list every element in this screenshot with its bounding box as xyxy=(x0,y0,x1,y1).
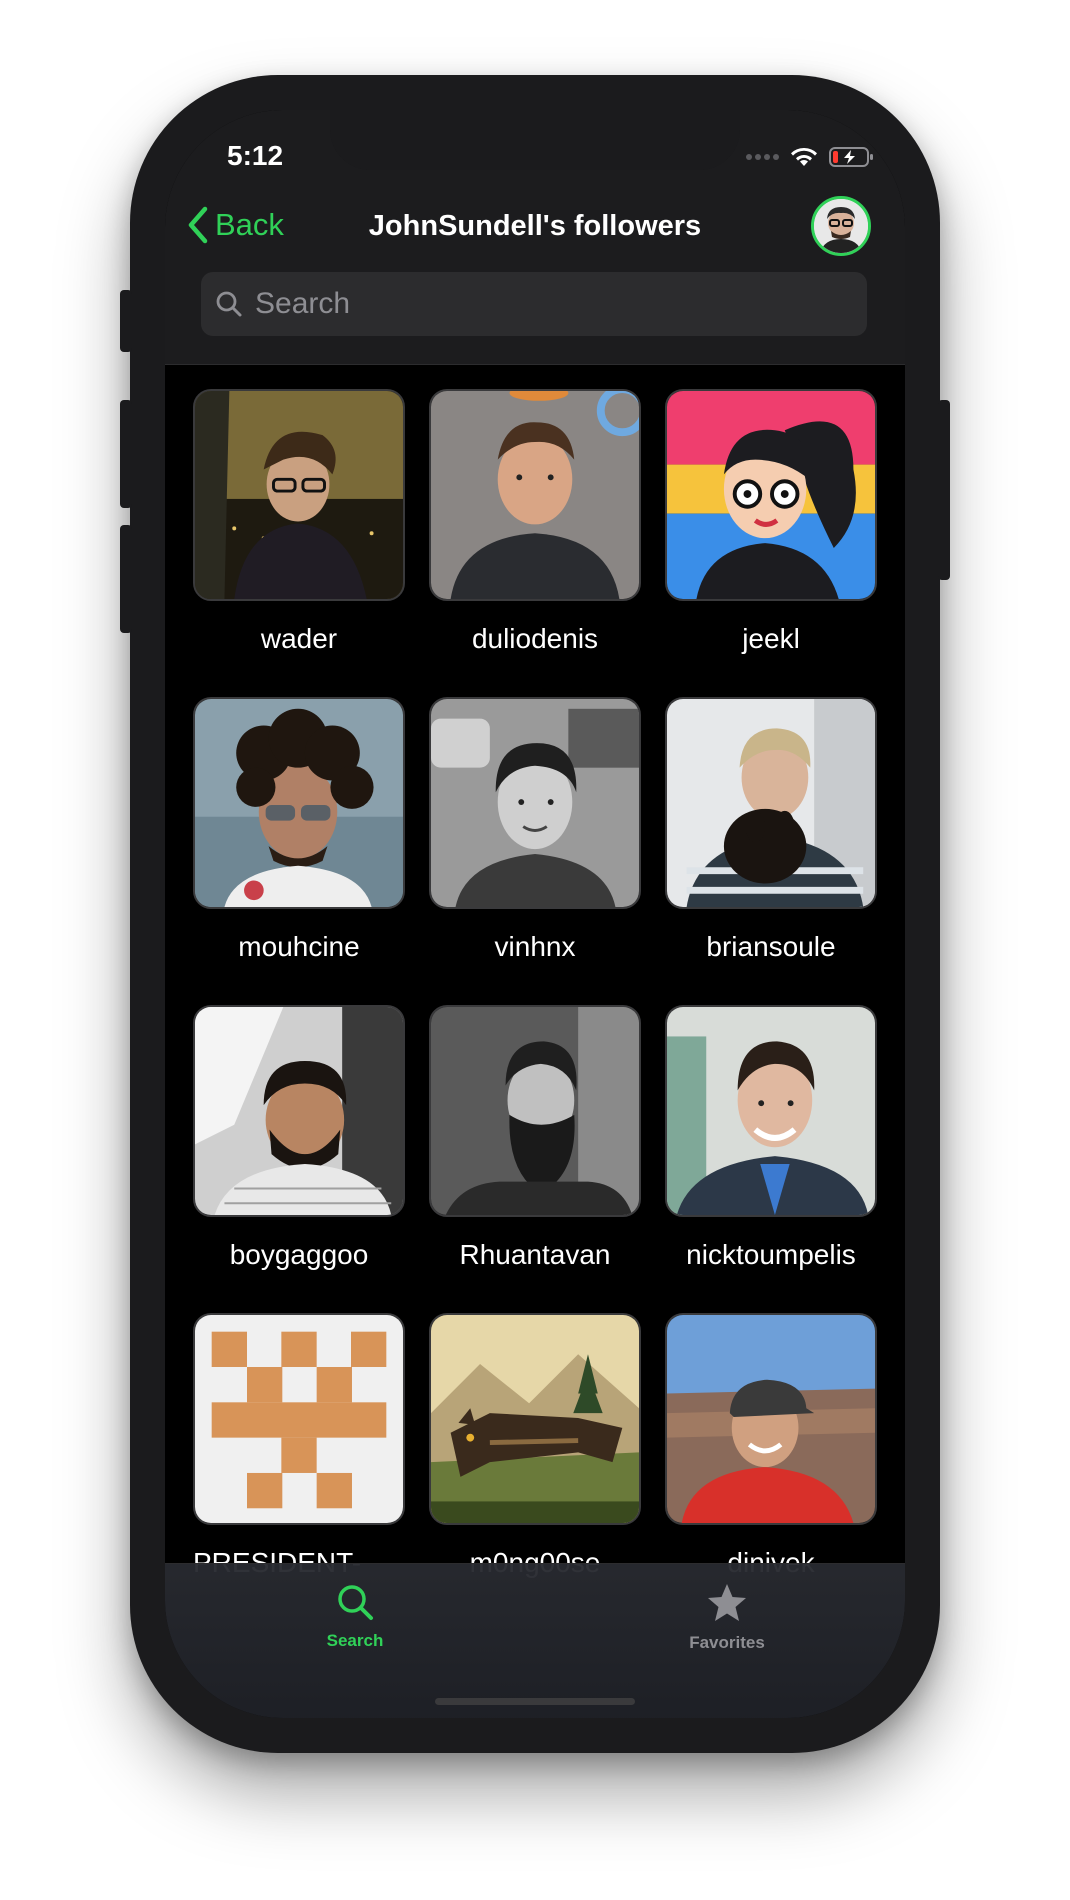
follower-username: vinhnx xyxy=(494,931,576,962)
follower-username: boygaggoo xyxy=(229,1239,369,1270)
follower-avatar xyxy=(193,1313,405,1525)
follower-username: duliodenis xyxy=(471,623,599,654)
cellular-signal-icon xyxy=(746,154,779,160)
tab-favorites[interactable]: Favorites xyxy=(647,1582,807,1653)
follower-cell[interactable]: PRESIDENT- xyxy=(193,1313,405,1578)
tab-favorites-label: Favorites xyxy=(689,1633,765,1652)
navigation-bar: 5:12 Back JohnSundell's followers Search xyxy=(165,110,905,365)
search-input[interactable] xyxy=(253,286,837,322)
follower-cell[interactable]: duliodenis xyxy=(429,389,641,654)
home-indicator xyxy=(435,1698,635,1705)
follower-avatar xyxy=(665,1005,877,1217)
battery-low-icon xyxy=(829,147,873,167)
follower-avatar xyxy=(429,389,641,601)
follower-avatar xyxy=(429,1313,641,1525)
follower-username: nicktoumpelis xyxy=(686,1239,856,1270)
follower-avatar xyxy=(193,1005,405,1217)
follower-avatar xyxy=(665,389,877,601)
follower-avatar xyxy=(429,697,641,909)
tab-bar: Search Favorites xyxy=(165,1563,905,1718)
follower-avatar xyxy=(193,697,405,909)
follower-avatar xyxy=(193,389,405,601)
status-icons xyxy=(746,146,875,168)
follower-cell[interactable]: Rhuantavan xyxy=(429,1005,641,1270)
user-avatar-button[interactable] xyxy=(811,196,871,256)
tab-search[interactable]: Search xyxy=(275,1582,435,1651)
search-bar[interactable] xyxy=(201,272,867,336)
follower-username: mouhcine xyxy=(238,931,360,962)
search-icon xyxy=(338,1585,373,1620)
follower-username: Rhuantavan xyxy=(459,1239,611,1270)
follower-cell[interactable]: wader xyxy=(193,389,405,654)
screen: 5:12 Back JohnSundell's followers Search… xyxy=(165,110,905,1718)
follower-cell[interactable]: m0ng00se xyxy=(429,1313,641,1578)
volume-up-button xyxy=(120,400,132,508)
follower-cell[interactable]: mouhcine xyxy=(193,697,405,962)
follower-avatar xyxy=(429,1005,641,1217)
follower-username: briansoule xyxy=(706,931,836,962)
silent-switch xyxy=(120,290,132,352)
follower-avatar xyxy=(665,1313,877,1525)
follower-cell[interactable]: briansoule xyxy=(665,697,877,962)
power-button xyxy=(938,400,950,580)
follower-cell[interactable]: nicktoumpelis xyxy=(665,1005,877,1270)
avatar xyxy=(814,199,868,253)
status-time: 5:12 xyxy=(227,140,284,171)
notch xyxy=(330,110,740,170)
tab-search-label: Search xyxy=(326,1631,384,1650)
follower-username: wader xyxy=(260,623,338,654)
page-title: JohnSundell's followers xyxy=(368,210,702,242)
follower-cell[interactable]: dinivek xyxy=(665,1313,877,1578)
wifi-icon xyxy=(791,147,817,166)
volume-down-button xyxy=(120,525,132,633)
follower-cell[interactable]: vinhnx xyxy=(429,697,641,962)
follower-username: jeekl xyxy=(742,623,800,654)
follower-cell[interactable]: boygaggoo xyxy=(193,1005,405,1270)
star-icon xyxy=(708,1584,746,1621)
followers-grid: wader duliodenis jeekl mouhcine vinhnx b… xyxy=(193,389,877,1578)
search-icon xyxy=(216,291,242,317)
follower-cell[interactable]: jeekl xyxy=(665,389,877,654)
follower-avatar xyxy=(665,697,877,909)
